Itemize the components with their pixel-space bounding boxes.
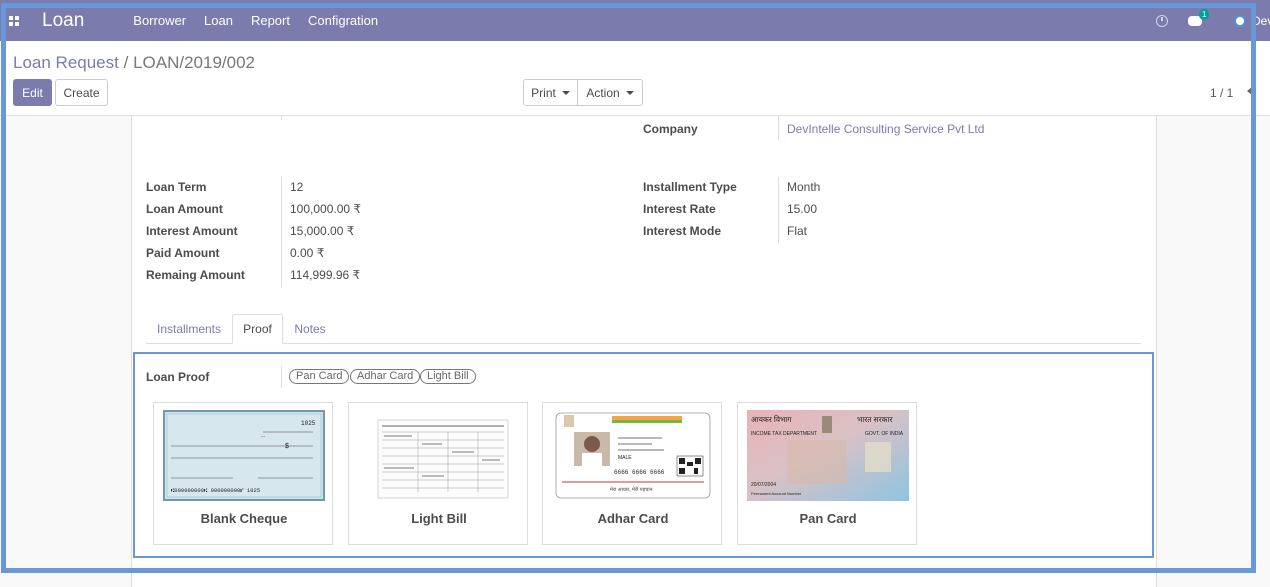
menu-item-configration[interactable]: Configration: [299, 13, 387, 28]
notebook-tabs: Installments Proof Notes: [146, 314, 1141, 344]
pan-card-image: आयकर विभाग भारत सरकार INCOME TAX DEPARTM…: [747, 410, 909, 501]
pan-hindi-dept: आयकर विभाग: [751, 415, 792, 424]
action-label: Action: [586, 85, 620, 100]
pan-dept: INCOME TAX DEPARTMENT: [751, 431, 817, 437]
cheque-image: 1025 ... $ ⑆000000000⑆ 000000000⑈ 1025: [163, 410, 325, 501]
breadcrumb-current: LOAN/2019/002: [133, 53, 255, 72]
loan-amount-value: 100,000.00 ₹: [290, 202, 362, 216]
pan-label: Permanent Account Number: [751, 491, 802, 496]
interest-rate-value: 15.00: [787, 202, 818, 216]
interest-mode-label: Interest Mode: [643, 224, 722, 238]
pan-hindi-govt: भारत सरकार: [857, 415, 893, 424]
breadcrumb: Loan Request / LOAN/2019/002: [13, 53, 255, 73]
print-dropdown-button[interactable]: Print: [523, 79, 578, 106]
loan-amount-label: Loan Amount: [146, 202, 223, 216]
pager-value[interactable]: 1 / 1: [1210, 86, 1233, 100]
loan-term-value: 12: [290, 180, 304, 194]
company-value[interactable]: DevIntelle Consulting Service Pvt Ltd: [787, 122, 984, 136]
tag-light-bill[interactable]: Light Bill: [420, 369, 476, 384]
interest-rate-label: Interest Rate: [643, 202, 716, 216]
proof-card-adhar-card[interactable]: MALE 6666 6666 6666 मेरा आधार, मेरी पहचा…: [542, 402, 722, 545]
interest-amount-label: Interest Amount: [146, 224, 238, 238]
breadcrumb-separator: /: [123, 53, 129, 72]
loan-proof-label: Loan Proof: [146, 370, 210, 384]
breadcrumb-parent[interactable]: Loan Request: [13, 53, 119, 72]
tag-pan-card[interactable]: Pan Card: [289, 369, 350, 384]
installment-type-label: Installment Type: [643, 180, 737, 194]
card-caption: Blank Cheque: [200, 511, 288, 526]
menu-item-report[interactable]: Report: [242, 13, 299, 28]
menu-item-borrower[interactable]: Borrower: [124, 13, 195, 28]
svg-text:$: $: [285, 443, 289, 450]
tag-adhar-card[interactable]: Adhar Card: [350, 369, 421, 384]
navbar-systray: 1 Devi: [1156, 0, 1270, 41]
paid-amount-value: 0.00 ₹: [290, 246, 325, 260]
tab-notes[interactable]: Notes: [285, 314, 335, 344]
pan-govt: GOVT. OF INDIA: [865, 431, 904, 437]
light-bill-image: [358, 410, 520, 501]
edit-button[interactable]: Edit: [13, 79, 52, 106]
menu-item-loan[interactable]: Loan: [195, 13, 242, 28]
adhar-number: 6666 6666 6666: [614, 469, 665, 476]
print-label: Print: [531, 85, 556, 100]
card-caption: Light Bill: [411, 511, 467, 526]
app-brand[interactable]: Loan: [42, 10, 84, 32]
tab-installments[interactable]: Installments: [146, 314, 232, 344]
field-divider: [778, 116, 779, 140]
field-divider: [281, 366, 282, 388]
cheque-micr-line: ⑆000000000⑆ 000000000⑈ 1025: [171, 487, 260, 494]
tab-proof[interactable]: Proof: [232, 314, 283, 344]
card-caption: Pan Card: [799, 511, 857, 526]
proof-card-light-bill[interactable]: Light Bill: [348, 402, 528, 545]
main-menu: Borrower Loan Report Configration: [124, 13, 387, 28]
field-divider: [778, 177, 779, 243]
cheque-number: 1025: [301, 420, 316, 427]
remaing-amount-label: Remaing Amount: [146, 268, 245, 282]
remaing-amount-value: 114,999.96 ₹: [290, 268, 361, 282]
action-dropdown-button[interactable]: Action: [577, 79, 643, 106]
chat-badge: 1: [1199, 8, 1210, 20]
caret-down-icon: [561, 90, 570, 95]
apps-menu-icon[interactable]: [0, 0, 28, 41]
adhar-footer: मेरा आधार, मेरी पहचान: [610, 486, 653, 493]
caret-down-icon: [625, 90, 634, 95]
adhar-card-image: MALE 6666 6666 6666 मेरा आधार, मेरी पहचा…: [555, 412, 711, 499]
user-avatar-icon[interactable]: [1234, 14, 1246, 27]
interest-amount-value: 15,000.00 ₹: [290, 224, 355, 238]
control-panel: Loan Request / LOAN/2019/002 Edit Create…: [0, 41, 1270, 116]
create-button[interactable]: Create: [55, 79, 108, 106]
svg-text:...: ...: [261, 433, 265, 439]
installment-type-value: Month: [787, 180, 821, 194]
adhar-gender: MALE: [618, 455, 632, 461]
field-divider: [281, 177, 282, 287]
loan-term-label: Loan Term: [146, 180, 207, 194]
paid-amount-label: Paid Amount: [146, 246, 220, 260]
proof-card-blank-cheque[interactable]: 1025 ... $ ⑆000000000⑆ 000000000⑈ 1025 B…: [153, 402, 333, 545]
field-divider: [281, 116, 282, 120]
pan-date: 20/07/2004: [751, 482, 776, 488]
proof-card-pan-card[interactable]: आयकर विभाग भारत सरकार INCOME TAX DEPARTM…: [737, 402, 917, 545]
pager-previous-icon[interactable]: [1247, 87, 1252, 95]
chat-icon[interactable]: 1: [1188, 8, 1210, 26]
card-caption: Adhar Card: [597, 511, 669, 526]
top-navbar: Loan Borrower Loan Report Configration 1…: [0, 0, 1270, 41]
company-label: Company: [643, 122, 698, 136]
activity-clock-icon[interactable]: [1156, 14, 1168, 27]
user-name[interactable]: Devi: [1252, 14, 1270, 28]
interest-mode-value: Flat: [787, 224, 808, 238]
